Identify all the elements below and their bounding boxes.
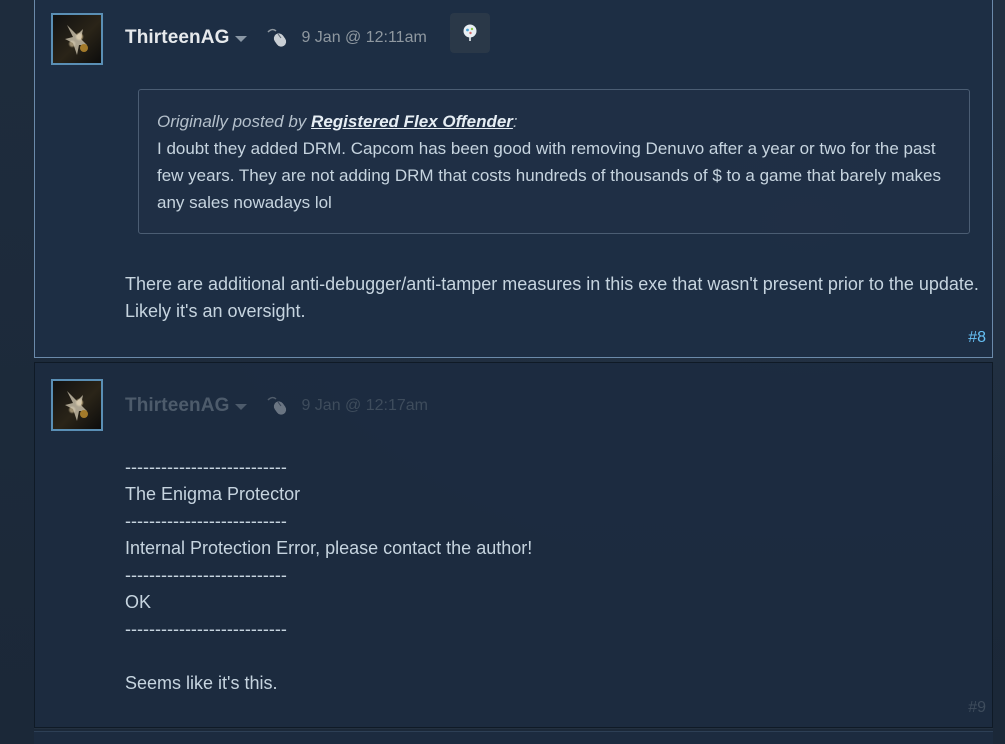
body-line: OK (125, 592, 152, 612)
post-timestamp: 9 Jan @ 12:11am (301, 29, 427, 46)
post-header: ThirteenAG 9 Jan @ 12:11am (125, 23, 427, 53)
comment-post: ThirteenAG 9 Jan @ 12:17am -------------… (34, 362, 993, 728)
award-button[interactable] (450, 13, 490, 53)
author-name[interactable]: ThirteenAG (125, 395, 229, 417)
post-number-link[interactable]: #8 (968, 329, 986, 347)
post-body: There are additional anti-debugger/anti-… (125, 274, 979, 321)
author-avatar[interactable] (51, 379, 103, 431)
quote-suffix: : (512, 112, 518, 131)
body-line: --------------------------- (125, 619, 287, 639)
discussion-thread: ThirteenAG 9 Jan @ 12:11am Originally po… (0, 0, 1005, 744)
quote-attribution: Originally posted by Registered Flex Off… (157, 108, 951, 135)
mouse-icon (267, 396, 287, 415)
comment-post: ThirteenAG 9 Jan @ 12:11am Originally po… (34, 0, 993, 358)
quote-prefix: Originally posted by (157, 112, 307, 131)
mouse-icon (267, 28, 287, 47)
chevron-down-icon[interactable] (235, 404, 248, 410)
quote-author-link[interactable]: Registered Flex Offender (311, 112, 513, 131)
body-line: Seems like it's this. (125, 673, 278, 693)
avatar-figure-icon (65, 25, 88, 55)
author-name[interactable]: ThirteenAG (125, 27, 229, 49)
chevron-down-icon[interactable] (235, 36, 248, 42)
body-line: --------------------------- (125, 457, 287, 477)
body-line: --------------------------- (125, 565, 287, 585)
award-tree-icon (463, 24, 477, 41)
avatar-figure-icon (65, 391, 88, 421)
quote-block: Originally posted by Registered Flex Off… (138, 89, 970, 234)
body-line: ​ (125, 643, 985, 670)
post-number-link[interactable]: #9 (968, 699, 986, 717)
author-avatar[interactable] (51, 13, 103, 65)
quote-text: I doubt they added DRM. Capcom has been … (157, 139, 942, 212)
comment-post-partial (34, 731, 993, 744)
body-line: Internal Protection Error, please contac… (125, 538, 533, 558)
post-header: ThirteenAG 9 Jan @ 12:17am (125, 391, 428, 421)
post-body: --------------------------- The Enigma P… (125, 454, 985, 697)
body-line: --------------------------- (125, 511, 287, 531)
post-timestamp: 9 Jan @ 12:17am (301, 397, 428, 414)
body-line: The Enigma Protector (125, 484, 301, 504)
